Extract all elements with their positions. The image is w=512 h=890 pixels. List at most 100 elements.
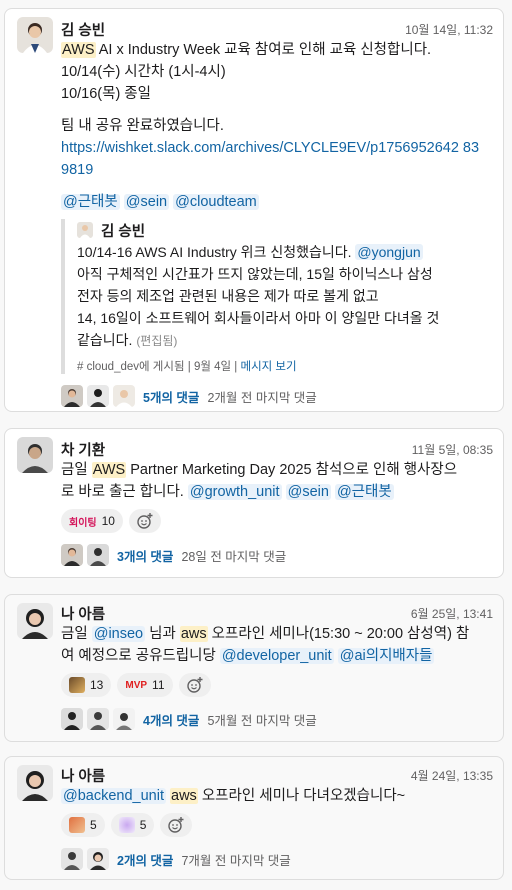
message-text: 오프라인 세미나 다녀오겠습니다~ <box>197 788 406 804</box>
author-name[interactable]: 나 아름 <box>61 769 105 785</box>
quote-text: 같습니다. <box>77 332 133 348</box>
message-text: 여 예정으로 공유드립니당 <box>61 648 220 664</box>
reaction-button[interactable]: 회이팅 10 <box>61 509 123 533</box>
quote-line: 14, 16일이 소프트웨어 회사들이라서 아마 이 양일만 다녀올 것 <box>77 310 440 326</box>
thread-summary[interactable]: 4개의 댓글 5개월 전 마지막 댓글 <box>61 707 493 731</box>
reply-count[interactable]: 3개의 댓글 <box>117 546 173 565</box>
timestamp[interactable]: 10월 14일, 11:32 <box>405 21 493 38</box>
timestamp[interactable]: 4월 24일, 13:35 <box>411 767 493 784</box>
mention[interactable]: @developer_unit <box>219 648 334 664</box>
mention[interactable]: @yongjun <box>355 244 423 260</box>
thread-avatar <box>87 385 109 407</box>
message-text: 로 바로 출근 합니다. <box>61 484 188 500</box>
thread-avatar <box>113 708 135 730</box>
quote-line: 전자 등의 제조업 관련된 내용은 제가 따로 볼게 없고 <box>77 288 379 304</box>
thread-avatar <box>61 708 83 730</box>
mention[interactable]: @cloudteam <box>173 194 259 210</box>
thread-avatar <box>113 385 135 407</box>
last-reply-time: 2개월 전 마지막 댓글 <box>207 390 317 405</box>
message-line: 여 예정으로 공유드립니당 @developer_unit @ai의지배자들 <box>61 645 493 667</box>
message-text: AI x Industry Week 교육 참여로 인해 교육 신청합니다. <box>95 42 432 58</box>
thread-avatar <box>87 708 109 730</box>
message-card[interactable]: 김 승빈 10월 14일, 11:32 AWS AI x Industry We… <box>4 8 504 412</box>
quote-avatar <box>77 222 93 238</box>
message-feed: 김 승빈 10월 14일, 11:32 AWS AI x Industry We… <box>0 0 512 890</box>
timestamp[interactable]: 11월 5일, 08:35 <box>412 441 493 458</box>
quote-date[interactable]: 9월 4일 <box>194 361 231 373</box>
message-text: 금일 <box>61 462 92 478</box>
custom-emoji-icon <box>69 677 85 693</box>
custom-emoji-icon <box>69 817 85 833</box>
add-reaction-button[interactable] <box>128 509 161 533</box>
message-card[interactable]: 나 아름 6월 25일, 13:41 금일 @inseo 님과 aws 오프라인… <box>4 594 504 742</box>
timestamp[interactable]: 6월 25일, 13:41 <box>411 605 493 622</box>
thread-summary[interactable]: 5개의 댓글 2개월 전 마지막 댓글 <box>61 384 493 408</box>
thread-summary[interactable]: 3개의 댓글 28일 전 마지막 댓글 <box>61 543 493 567</box>
thread-avatar <box>61 544 83 566</box>
thread-avatar <box>87 544 109 566</box>
quote-line: 같습니다. (편집됨) <box>77 329 493 352</box>
author-name[interactable]: 차 기환 <box>61 443 105 459</box>
reaction-button[interactable]: 13 <box>61 673 112 697</box>
reply-count[interactable]: 2개의 댓글 <box>117 850 173 869</box>
thread-avatar <box>61 385 83 407</box>
reply-count[interactable]: 4개의 댓글 <box>143 710 199 729</box>
last-reply-time: 5개월 전 마지막 댓글 <box>207 713 317 728</box>
message-line: 팀 내 공유 완료하였습니다. <box>61 118 224 134</box>
message-line: 10/14(수) 시간차 (1시-4시) <box>61 64 226 80</box>
add-reaction-button[interactable] <box>178 673 211 697</box>
view-message-link[interactable]: 메시지 보기 <box>240 361 296 373</box>
mention[interactable]: @growth_unit <box>187 484 282 500</box>
reaction-button[interactable]: 5 <box>61 813 105 837</box>
reaction-count: 5 <box>139 818 147 832</box>
message-text: 금일 <box>61 626 92 642</box>
mention[interactable]: @sein <box>285 484 331 500</box>
reaction-count: 10 <box>101 514 115 528</box>
message-line: 금일 @inseo 님과 aws 오프라인 세미나(15:30 ~ 20:00 … <box>61 623 493 645</box>
add-emoji-icon <box>168 817 184 833</box>
shared-message[interactable]: 김 승빈 10/14-16 AWS AI Industry 위크 신청했습니다.… <box>61 219 493 374</box>
avatar[interactable] <box>17 17 53 53</box>
thread-summary[interactable]: 2개의 댓글 7개월 전 마지막 댓글 <box>61 847 493 871</box>
message-text: 오프라인 세미나(15:30 ~ 20:00 삼성역) 참 <box>207 626 470 642</box>
author-name[interactable]: 김 승빈 <box>61 23 105 39</box>
keyword-highlight: AWS <box>91 462 127 478</box>
author-name[interactable]: 나 아름 <box>61 607 105 623</box>
add-emoji-icon <box>137 513 153 529</box>
add-reaction-button[interactable] <box>160 813 193 837</box>
message-line: @backend_unit aws 오프라인 세미나 다녀오겠습니다~ <box>61 785 493 807</box>
thread-avatar <box>61 848 83 870</box>
archive-link[interactable]: https://wishket.slack.com/archives/CLYCL… <box>61 137 481 181</box>
quote-author[interactable]: 김 승빈 <box>101 220 145 241</box>
message-line: 금일 AWS Partner Marketing Day 2025 참석으로 인… <box>61 459 493 481</box>
message-line: 10/16(목) 종일 <box>61 86 151 102</box>
last-reply-time: 7개월 전 마지막 댓글 <box>181 853 291 868</box>
message-card[interactable]: 나 아름 4월 24일, 13:35 @backend_unit aws 오프라… <box>4 756 504 880</box>
reaction-count: 13 <box>90 678 104 692</box>
quote-meta: # cloud_dev에 게시됨 | 9월 4일 | 메시지 보기 <box>77 361 297 373</box>
quote-text: 10/14-16 AWS AI Industry 위크 신청했습니다. <box>77 244 356 260</box>
reaction-button[interactable]: MVP 11 <box>117 673 173 697</box>
mention[interactable]: @backend_unit <box>61 788 166 804</box>
mention[interactable]: @ai의지배자들 <box>337 648 435 664</box>
message-card[interactable]: 차 기환 11월 5일, 08:35 금일 AWS Partner Market… <box>4 428 504 578</box>
custom-emoji-icon <box>118 817 135 833</box>
mention[interactable]: @근태봇 <box>334 484 394 500</box>
mention[interactable]: @inseo <box>91 626 146 642</box>
avatar[interactable] <box>17 765 53 801</box>
reply-count[interactable]: 5개의 댓글 <box>143 387 199 406</box>
keyword-highlight: AWS <box>61 42 96 58</box>
reaction-count: 11 <box>152 678 165 692</box>
mention[interactable]: @근태봇 <box>61 194 120 210</box>
avatar[interactable] <box>17 437 53 473</box>
mention[interactable]: @sein <box>123 194 170 210</box>
edited-label: (편집됨) <box>136 334 178 348</box>
reaction-button[interactable]: 5 <box>110 813 155 837</box>
mvp-emoji: MVP <box>125 679 148 691</box>
fighting-emoji: 회이팅 <box>69 517 97 529</box>
add-emoji-icon <box>186 677 202 693</box>
channel-label[interactable]: # cloud_dev에 게시됨 <box>77 361 185 373</box>
keyword-highlight: aws <box>179 626 208 642</box>
message-line: AWS AI x Industry Week 교육 참여로 인해 교육 신청합니… <box>61 39 493 61</box>
avatar[interactable] <box>17 603 53 639</box>
